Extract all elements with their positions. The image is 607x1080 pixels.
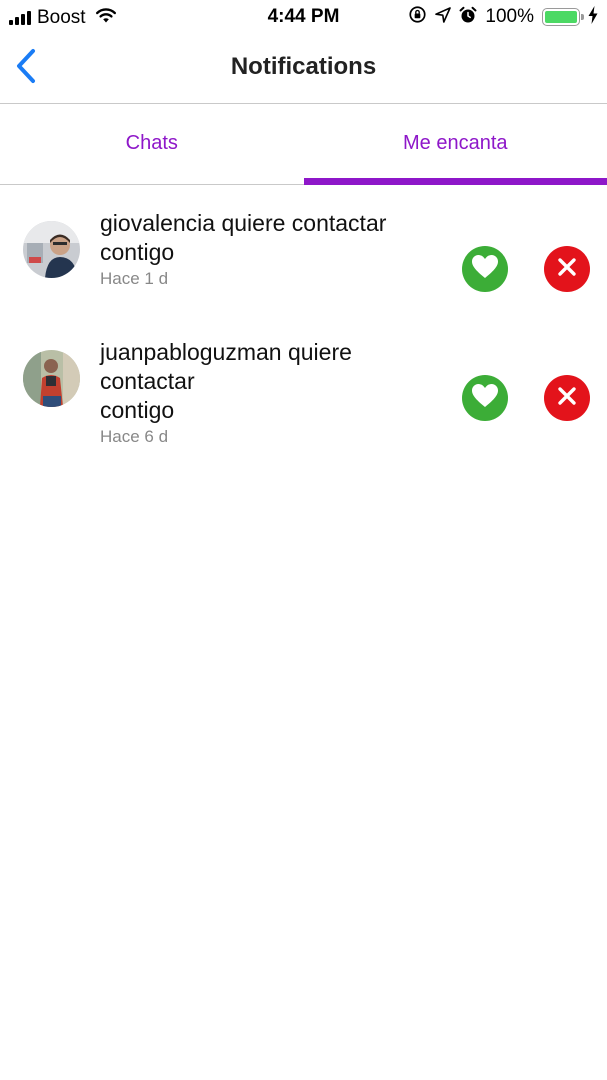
- notification-time: Hace 6 d: [100, 427, 169, 446]
- notification-item: giovalencia quiere contactar contigo Hac…: [0, 185, 607, 314]
- tab-label: Chats: [125, 132, 178, 154]
- status-right: 100%: [408, 5, 598, 29]
- notification-message-line: giovalencia quiere contactar: [100, 210, 387, 236]
- notification-message: juanpabloguzman quiere contactar contigo: [100, 338, 450, 425]
- close-icon: [557, 257, 577, 282]
- reject-button[interactable]: [544, 375, 590, 421]
- notification-message-line: juanpabloguzman quiere contactar: [100, 339, 352, 394]
- tab-chats[interactable]: Chats: [0, 104, 304, 184]
- accept-button[interactable]: [462, 375, 508, 421]
- avatar[interactable]: [23, 221, 80, 278]
- tab-bar: Chats Me encanta: [0, 104, 607, 185]
- reject-button[interactable]: [544, 246, 590, 292]
- notification-list: giovalencia quiere contactar contigo Hac…: [0, 185, 607, 446]
- heart-icon: [471, 383, 499, 414]
- notification-text: giovalencia quiere contactar contigo Hac…: [100, 209, 450, 289]
- page-title: Notifications: [230, 53, 377, 80]
- nav-bar: Notifications: [0, 34, 607, 104]
- alarm-icon: [459, 6, 477, 29]
- notification-message: giovalencia quiere contactar contigo: [100, 209, 450, 267]
- location-arrow-icon: [435, 6, 452, 28]
- notification-time: Hace 1 d: [100, 269, 169, 288]
- tab-me-encanta[interactable]: Me encanta: [303, 104, 607, 185]
- notification-message-line: contigo: [100, 397, 175, 423]
- battery-percent: 100%: [485, 6, 534, 27]
- accept-button[interactable]: [462, 246, 508, 292]
- avatar[interactable]: [23, 350, 80, 407]
- notification-text: juanpabloguzman quiere contactar contigo…: [100, 338, 450, 447]
- notification-item: juanpabloguzman quiere contactar contigo…: [0, 314, 607, 446]
- orientation-lock-icon: [408, 5, 427, 29]
- notification-message-line: contigo: [100, 239, 175, 265]
- charging-bolt-icon: [588, 5, 598, 29]
- battery-fill: [545, 11, 577, 23]
- tab-label: Me encanta: [402, 132, 508, 154]
- close-icon: [557, 386, 577, 411]
- battery-icon: [542, 8, 584, 26]
- heart-icon: [471, 254, 499, 285]
- status-bar: Boost 4:44 PM 100%: [0, 0, 607, 34]
